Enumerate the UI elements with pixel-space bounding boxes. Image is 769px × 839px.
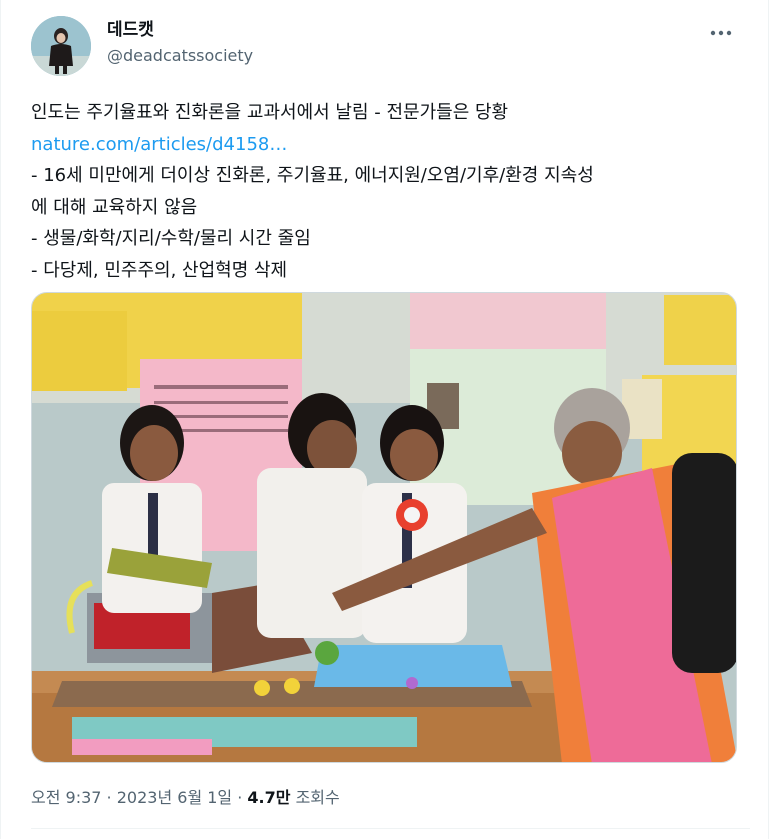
tweet-date[interactable]: 2023년 6월 1일 [117, 788, 232, 807]
article-link[interactable]: nature.com/articles/d4158… [31, 129, 751, 161]
meta-separator: · [101, 788, 117, 807]
divider [31, 828, 750, 829]
tweet-line: 에 대해 교육하지 않음 [31, 196, 198, 218]
views-label: 조회수 [290, 788, 340, 807]
tweet-photo[interactable] [31, 292, 737, 763]
views-count[interactable]: 4.7만 [247, 788, 290, 807]
user-handle[interactable]: @deadcatssociety [107, 44, 253, 68]
tweet-header: 데드캣 @deadcatssociety [31, 16, 744, 80]
display-name[interactable]: 데드캣 [107, 18, 253, 42]
more-horizontal-icon [710, 30, 732, 36]
meta-separator: · [232, 788, 248, 807]
tweet-meta: 오전 9:37 · 2023년 6월 1일 · 4.7만 조회수 [31, 784, 340, 808]
tweet-line: - 다당제, 민주주의, 산업혁명 삭제 [31, 259, 288, 281]
tweet-text: 인도는 주기율표와 진화론을 교과서에서 날림 - 전문가들은 당황 natur… [31, 97, 751, 286]
tweet-line: - 생물/화학/지리/수학/물리 시간 줄임 [31, 228, 311, 249]
tweet-line: - 16세 미만에게 더이상 진화론, 주기율표, 에너지원/오염/기후/환경 … [31, 165, 594, 186]
tweet-time[interactable]: 오전 9:37 [31, 788, 101, 807]
tweet-line: 인도는 주기율표와 진화론을 교과서에서 날림 - 전문가들은 당황 [31, 102, 509, 123]
avatar-image [31, 16, 91, 76]
tweet-card: 데드캣 @deadcatssociety 인도는 주기율표와 진화론을 교과서에… [0, 0, 769, 839]
more-options-button[interactable] [704, 20, 738, 46]
avatar[interactable] [31, 16, 91, 76]
classroom-photo [32, 293, 736, 762]
